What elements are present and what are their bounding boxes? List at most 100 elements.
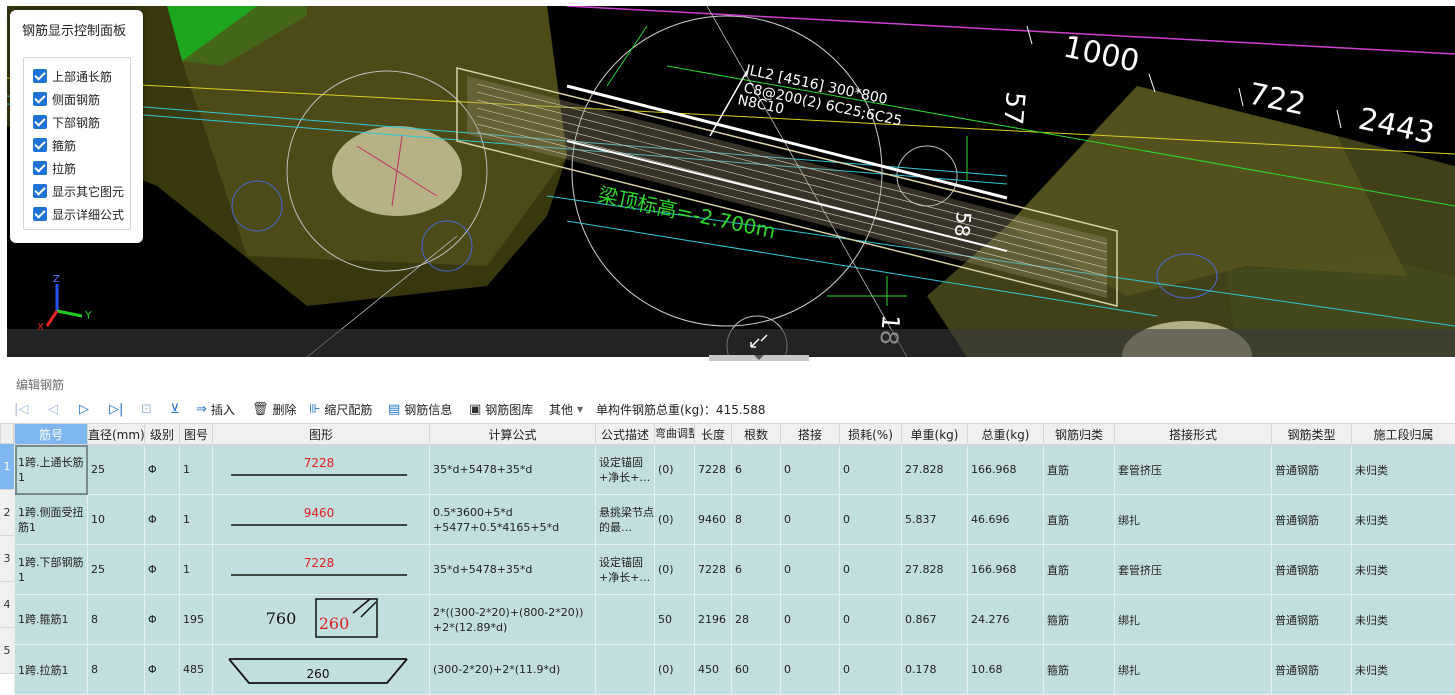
cell-formula[interactable]: 2*((300-2*20)+(800-2*20)) +2*(12.89*d)	[430, 595, 596, 645]
cell-total-weight[interactable]: 166.968	[968, 545, 1044, 595]
col-header-grade[interactable]: 级别	[145, 424, 180, 445]
last-record-button[interactable]: ▷|	[109, 397, 127, 421]
cell-section[interactable]: 未归类	[1352, 595, 1455, 645]
cell-unit-weight[interactable]: 0.178	[902, 645, 968, 695]
cell-count[interactable]: 6	[732, 545, 781, 595]
cell-unit-weight[interactable]: 27.828	[902, 445, 968, 495]
table-row[interactable]: 1跨.箍筋1 8 Φ 195 760 260 2*((300-2*20)+(80…	[15, 595, 1455, 645]
cell-lap[interactable]: 0	[781, 495, 840, 545]
move-up-button[interactable]: ⊡	[141, 397, 156, 421]
cell-loss[interactable]: 0	[840, 595, 902, 645]
col-header-diameter[interactable]: 直径(mm)	[88, 424, 145, 445]
checkbox-side-rebar[interactable]: 侧面钢筋	[33, 90, 100, 108]
row-number[interactable]: 3	[0, 536, 14, 582]
cell-bar-name[interactable]: 1跨.箍筋1	[15, 595, 88, 645]
cell-formula[interactable]: 35*d+5478+35*d	[430, 445, 596, 495]
cell-bar-name[interactable]: 1跨.拉筋1	[15, 645, 88, 695]
row-number[interactable]: 2	[0, 490, 14, 536]
cell-shape[interactable]: 9460	[213, 495, 430, 545]
checkbox-top-longitudinal[interactable]: 上部通长筋	[33, 67, 112, 85]
cell-grade[interactable]: Φ	[145, 545, 180, 595]
cell-length[interactable]: 450	[695, 645, 732, 695]
other-dropdown[interactable]: 其他▼	[549, 397, 583, 421]
checkbox-checked-icon[interactable]	[33, 207, 47, 221]
cell-category[interactable]: 箍筋	[1044, 595, 1115, 645]
col-header-formula[interactable]: 计算公式	[430, 424, 596, 445]
cell-shape[interactable]: 7228	[213, 445, 430, 495]
cell-formula-desc[interactable]: 设定锚固+净长+…	[596, 445, 655, 495]
cell-shape[interactable]: 7228	[213, 545, 430, 595]
cell-grade[interactable]: Φ	[145, 495, 180, 545]
checkbox-checked-icon[interactable]	[33, 69, 47, 83]
cell-category[interactable]: 直筋	[1044, 495, 1115, 545]
cell-formula[interactable]: 35*d+5478+35*d	[430, 545, 596, 595]
insert-button[interactable]: ⇒插入	[196, 397, 235, 421]
cell-count[interactable]: 28	[732, 595, 781, 645]
cell-figure-no[interactable]: 485	[180, 645, 213, 695]
cell-lap[interactable]: 0	[781, 645, 840, 695]
checkbox-checked-icon[interactable]	[33, 115, 47, 129]
col-header-total-weight[interactable]: 总重(kg)	[968, 424, 1044, 445]
col-header-bend-adjust[interactable]: 弯曲调整	[655, 424, 695, 445]
cell-shape[interactable]: 760 260	[213, 595, 430, 645]
table-row[interactable]: 1跨.上通长筋1 25 Φ 1 7228 35*d+5478+35*d 设定锚固…	[15, 445, 1455, 495]
col-header-length[interactable]: 长度	[695, 424, 732, 445]
cell-lap-type[interactable]: 套管挤压	[1115, 545, 1272, 595]
scale-rebar-button[interactable]: ⊪缩尺配筋	[309, 397, 372, 421]
cell-formula-desc[interactable]: 悬挑梁节点的最…	[596, 495, 655, 545]
table-row[interactable]: 1跨.侧面受扭筋1 10 Φ 1 9460 0.5*3600+5*d +5477…	[15, 495, 1455, 545]
cell-figure-no[interactable]: 195	[180, 595, 213, 645]
cell-diameter[interactable]: 8	[88, 595, 145, 645]
cell-figure-no[interactable]: 1	[180, 545, 213, 595]
col-header-figure-no[interactable]: 图号	[180, 424, 213, 445]
cell-count[interactable]: 60	[732, 645, 781, 695]
cell-bend-adjust[interactable]: (0)	[655, 545, 695, 595]
cell-diameter[interactable]: 25	[88, 445, 145, 495]
cell-lap[interactable]: 0	[781, 445, 840, 495]
cell-loss[interactable]: 0	[840, 645, 902, 695]
row-number[interactable]: 5	[0, 628, 14, 674]
cell-lap[interactable]: 0	[781, 595, 840, 645]
cell-formula-desc[interactable]: 设定锚固+净长+…	[596, 545, 655, 595]
cell-bar-name[interactable]: 1跨.下部钢筋1	[15, 545, 88, 595]
cell-figure-no[interactable]: 1	[180, 495, 213, 545]
cell-section[interactable]: 未归类	[1352, 495, 1455, 545]
cell-loss[interactable]: 0	[840, 495, 902, 545]
col-header-rebar-type[interactable]: 钢筋类型	[1272, 424, 1352, 445]
cell-section[interactable]: 未归类	[1352, 445, 1455, 495]
checkbox-show-other-elements[interactable]: 显示其它图元	[33, 182, 124, 200]
cell-diameter[interactable]: 8	[88, 645, 145, 695]
cell-unit-weight[interactable]: 27.828	[902, 545, 968, 595]
cell-length[interactable]: 7228	[695, 445, 732, 495]
col-header-section[interactable]: 施工段归属	[1352, 424, 1455, 445]
cell-lap-type[interactable]: 绑扎	[1115, 645, 1272, 695]
cell-length[interactable]: 7228	[695, 545, 732, 595]
next-record-button[interactable]: ▷	[79, 397, 93, 421]
checkbox-bottom-rebar[interactable]: 下部钢筋	[33, 113, 100, 131]
cell-figure-no[interactable]: 1	[180, 445, 213, 495]
cell-grade[interactable]: Φ	[145, 645, 180, 695]
rebar-info-button[interactable]: ▤钢筋信息	[388, 397, 452, 421]
cell-category[interactable]: 直筋	[1044, 545, 1115, 595]
cell-count[interactable]: 8	[732, 495, 781, 545]
cell-rebar-type[interactable]: 普通钢筋	[1272, 495, 1352, 545]
col-header-loss[interactable]: 损耗(%)	[840, 424, 902, 445]
cell-diameter[interactable]: 10	[88, 495, 145, 545]
cell-formula-desc[interactable]	[596, 595, 655, 645]
cell-length[interactable]: 9460	[695, 495, 732, 545]
cell-lap-type[interactable]: 绑扎	[1115, 495, 1272, 545]
prev-record-button[interactable]: ◁	[48, 397, 62, 421]
checkbox-checked-icon[interactable]	[33, 92, 47, 106]
cell-unit-weight[interactable]: 0.867	[902, 595, 968, 645]
checkbox-checked-icon[interactable]	[33, 184, 47, 198]
checkbox-checked-icon[interactable]	[33, 138, 47, 152]
checkbox-stirrup[interactable]: 箍筋	[33, 136, 76, 154]
cell-formula[interactable]: (300-2*20)+2*(11.9*d)	[430, 645, 596, 695]
cell-category[interactable]: 直筋	[1044, 445, 1115, 495]
cell-section[interactable]: 未归类	[1352, 645, 1455, 695]
cell-diameter[interactable]: 25	[88, 545, 145, 595]
delete-button[interactable]: 🗑删除	[252, 397, 297, 421]
cell-bend-adjust[interactable]: (0)	[655, 495, 695, 545]
col-header-unit-weight[interactable]: 单重(kg)	[902, 424, 968, 445]
row-number[interactable]: 4	[0, 582, 14, 628]
